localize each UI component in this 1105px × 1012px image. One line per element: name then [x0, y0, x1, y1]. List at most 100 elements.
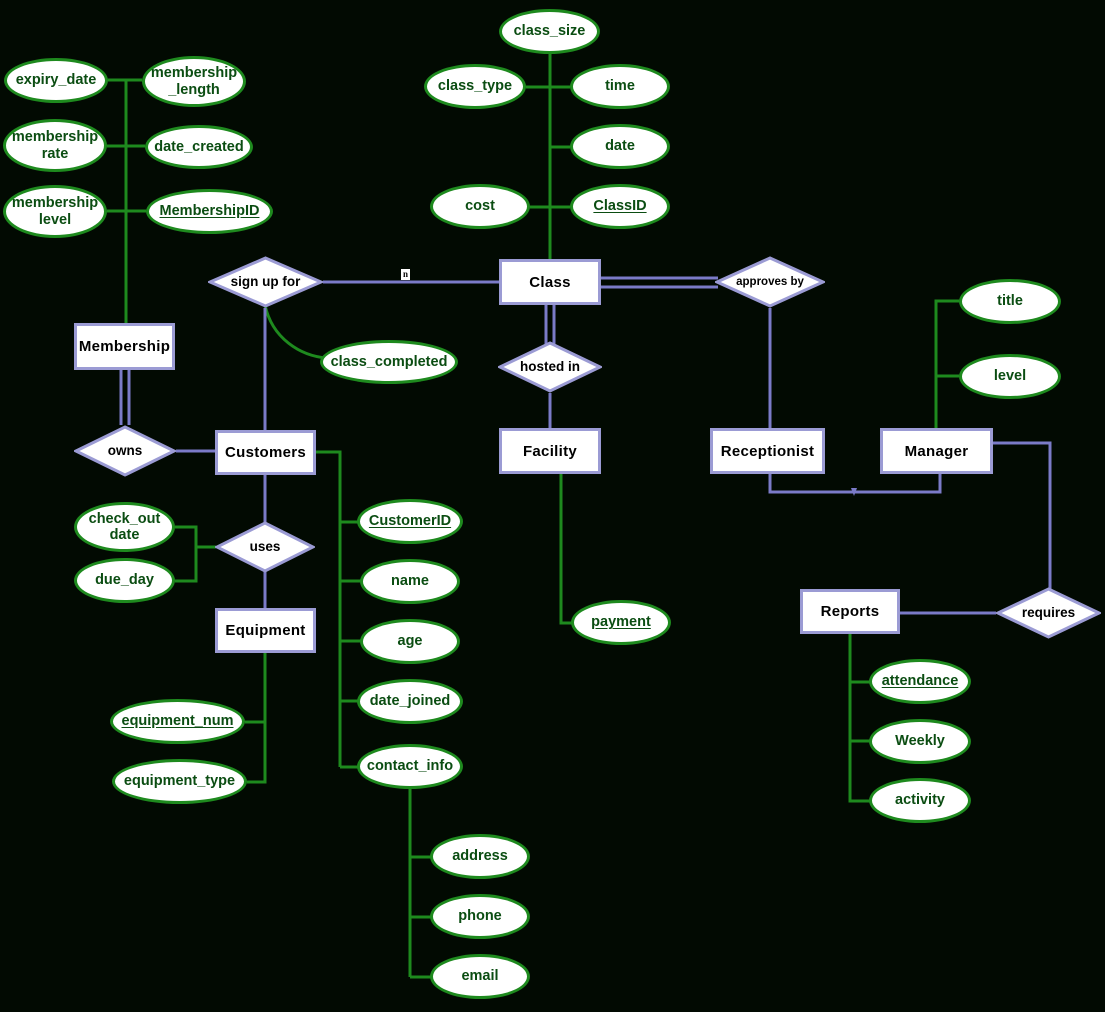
entity-class[interactable]: Class [499, 259, 601, 305]
attribute-label: CustomerID [368, 513, 452, 530]
attribute-label: cost [465, 198, 495, 215]
attribute-payment[interactable]: payment [571, 600, 671, 645]
attribute-equipment-num[interactable]: equipment_num [110, 699, 245, 744]
entity-facility[interactable]: Facility [499, 428, 601, 474]
attribute-label: title [997, 293, 1023, 310]
attribute-membership-id[interactable]: MembershipID [146, 189, 273, 234]
attribute-label: membership level [11, 195, 99, 228]
attribute-label: age [397, 633, 423, 650]
attribute-weekly[interactable]: Weekly [869, 719, 971, 764]
entity-customers[interactable]: Customers [215, 430, 316, 475]
relationship-approves-by[interactable]: approves by [715, 256, 825, 308]
attribute-contact-info[interactable]: contact_info [357, 744, 463, 789]
relationship-label: owns [107, 442, 143, 458]
attribute-label: name [391, 573, 429, 590]
wire-uses-attr-bracket [175, 525, 198, 583]
attribute-email[interactable]: email [430, 954, 530, 999]
attribute-time[interactable]: time [570, 64, 670, 109]
entity-equipment[interactable]: Equipment [215, 608, 316, 653]
relationship-label: uses [249, 538, 281, 554]
er-diagram-canvas: Membership Customers Equipment Class Fac… [0, 0, 1105, 1012]
attribute-due-day[interactable]: due_day [74, 558, 175, 603]
attribute-phone[interactable]: phone [430, 894, 530, 939]
entity-label: Equipment [225, 622, 306, 639]
attribute-attendance[interactable]: attendance [869, 659, 971, 704]
attribute-address[interactable]: address [430, 834, 530, 879]
attribute-level[interactable]: level [959, 354, 1061, 399]
wire-manager-requires [993, 441, 1052, 600]
wire-equipment-spine [247, 653, 267, 784]
attribute-label: date_joined [369, 693, 451, 710]
entity-label: Facility [522, 442, 578, 460]
attribute-class-id[interactable]: ClassID [570, 184, 670, 229]
cardinality-label-n: n [401, 269, 411, 280]
wire-facility-payment [559, 474, 572, 625]
entity-manager[interactable]: Manager [880, 428, 993, 474]
relationship-label: hosted in [520, 358, 580, 374]
entity-label: Class [529, 273, 571, 291]
attribute-label: equipment_type [123, 773, 236, 790]
attribute-label: Weekly [895, 733, 945, 750]
attribute-expiry-date[interactable]: expiry_date [4, 58, 108, 103]
attribute-customer-id[interactable]: CustomerID [357, 499, 463, 544]
entity-label: Reports [820, 603, 880, 620]
relationship-uses[interactable]: uses [215, 521, 315, 573]
wire-signupfor-classcompleted [263, 304, 328, 360]
entity-label: Membership [78, 338, 171, 355]
relationship-label: approves by [736, 275, 804, 288]
relationship-hosted-in[interactable]: hosted in [498, 341, 602, 393]
attribute-label: phone [458, 908, 502, 925]
wire-reports-spine [848, 634, 871, 803]
attribute-class-type[interactable]: class_type [424, 64, 526, 109]
attribute-label: activity [895, 792, 945, 809]
attribute-label: equipment_num [121, 713, 234, 730]
attribute-membership-length[interactable]: membership _length [142, 56, 246, 107]
attribute-label: contact_info [366, 758, 454, 775]
attribute-label: date [605, 138, 635, 155]
attribute-label: level [993, 368, 1027, 385]
relationship-label: requires [1021, 604, 1076, 620]
attribute-title[interactable]: title [959, 279, 1061, 324]
relationship-requires[interactable]: requires [996, 587, 1101, 639]
attribute-label: class_completed [330, 353, 448, 370]
attribute-label: date_created [154, 138, 244, 155]
attribute-label: time [605, 78, 635, 95]
attribute-label: email [461, 968, 499, 985]
entity-label: Receptionist [720, 442, 815, 460]
wire-customers-spine [316, 450, 342, 767]
attribute-label: address [452, 848, 508, 865]
attribute-cost[interactable]: cost [430, 184, 530, 229]
attribute-class-completed[interactable]: class_completed [320, 340, 458, 384]
attribute-label: membership rate [11, 129, 99, 162]
attribute-age[interactable]: age [360, 619, 460, 664]
attribute-check-out-date[interactable]: check_out date [74, 502, 175, 552]
attribute-label: attendance [881, 673, 959, 690]
attribute-label: class_size [513, 23, 586, 40]
attribute-name[interactable]: name [360, 559, 460, 604]
attribute-label: ClassID [593, 198, 647, 215]
attribute-date-created[interactable]: date_created [145, 125, 253, 169]
attribute-label: class_type [437, 78, 513, 95]
entity-label: Manager [904, 442, 969, 460]
attribute-membership-level[interactable]: membership level [3, 185, 107, 238]
attribute-equipment-type[interactable]: equipment_type [112, 759, 247, 804]
attribute-class-size[interactable]: class_size [499, 9, 600, 54]
attribute-label: expiry_date [15, 72, 97, 89]
relationship-owns[interactable]: owns [74, 425, 176, 477]
entity-receptionist[interactable]: Receptionist [710, 428, 825, 474]
attribute-date-joined[interactable]: date_joined [357, 679, 463, 724]
attribute-label: payment [591, 614, 651, 631]
entity-membership[interactable]: Membership [74, 323, 175, 370]
entity-label: Customers [224, 444, 307, 461]
relationship-label: sign up for [230, 273, 301, 289]
attribute-date[interactable]: date [570, 124, 670, 169]
attribute-membership-rate[interactable]: membership rate [3, 119, 107, 172]
attribute-label: due_day [95, 572, 154, 589]
attribute-label: membership _length [150, 65, 238, 98]
wire-manager-spine [934, 299, 959, 428]
relationship-sign-up-for[interactable]: sign up for [208, 256, 323, 308]
attribute-label: check_out date [88, 510, 161, 543]
attribute-activity[interactable]: activity [869, 778, 971, 823]
attribute-label: MembershipID [159, 203, 260, 220]
entity-reports[interactable]: Reports [800, 589, 900, 634]
